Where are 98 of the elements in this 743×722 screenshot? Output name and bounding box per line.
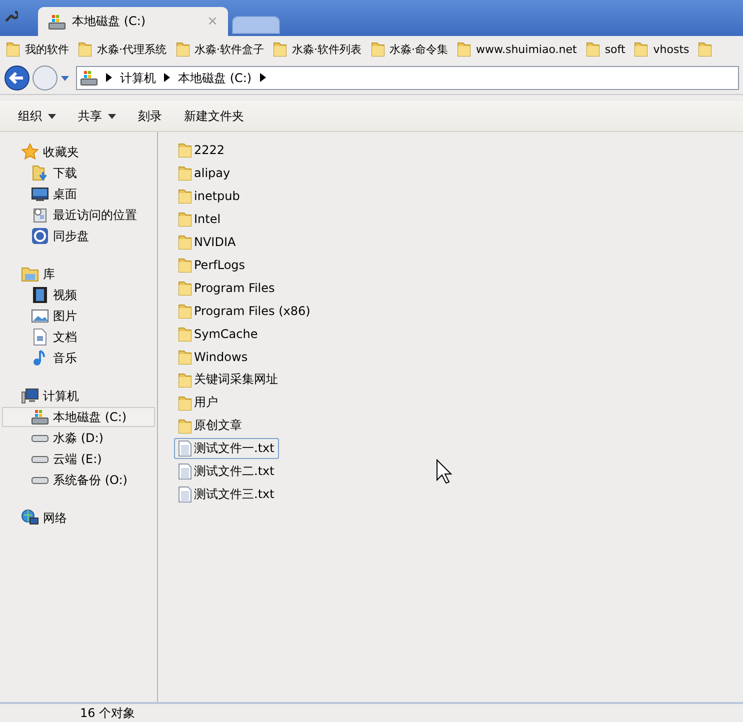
navigation-item[interactable]: 收藏夹 [2, 142, 155, 162]
toolbar-button[interactable]: 新建文件夹 [178, 104, 250, 128]
navigation-item[interactable]: 桌面 [2, 184, 155, 204]
navigation-item[interactable]: 计算机 [2, 386, 155, 406]
text-file-icon [178, 440, 192, 457]
bookmark[interactable]: vhosts [634, 41, 690, 57]
folder-item[interactable]: 关键词采集网址 [174, 369, 283, 390]
folder-icon [178, 234, 192, 250]
computer-icon [21, 387, 39, 405]
bookmark[interactable]: 水淼·软件盒子 [176, 41, 264, 57]
bookmark[interactable]: soft [586, 41, 626, 57]
navigation-item[interactable]: 网络 [2, 508, 155, 528]
folder-icon [178, 164, 192, 180]
folder-icon [178, 280, 192, 296]
folder-icon [78, 41, 92, 57]
navigation-item[interactable]: 云端 (E:) [2, 449, 155, 469]
toolbar-button[interactable]: 共享 [72, 104, 122, 128]
navigation-item[interactable]: 文档 [2, 327, 155, 347]
folder-item[interactable]: Program Files (x86) [174, 300, 316, 321]
breadcrumb[interactable]: 计算机 [120, 70, 156, 86]
bookmark[interactable]: 水淼·命令集 [370, 41, 448, 57]
folder-icon [273, 41, 287, 57]
network-icon [21, 509, 39, 527]
folder-item[interactable]: Intel [174, 208, 226, 229]
history-dropdown-icon[interactable] [60, 74, 70, 82]
file-item[interactable]: 测试文件一.txt [174, 438, 280, 459]
folder-icon [178, 188, 192, 204]
navigation-item[interactable]: 音乐 [2, 348, 155, 368]
folder-item[interactable]: Windows [174, 346, 253, 367]
folder-icon [178, 394, 192, 410]
file-item[interactable]: 测试文件三.txt [174, 484, 280, 505]
picture-icon [31, 307, 49, 325]
navigation-item[interactable]: 最近访问的位置 [2, 205, 155, 225]
toolbar-button[interactable]: 刻录 [132, 104, 168, 128]
folder-item[interactable]: alipay [174, 162, 236, 183]
folder-icon [178, 326, 192, 342]
folder-icon [178, 372, 192, 388]
folder-icon [457, 41, 471, 57]
folder-item[interactable]: 用户 [174, 392, 223, 413]
breadcrumb[interactable]: 本地磁盘 (C:) [178, 70, 252, 86]
chevron-icon[interactable] [164, 72, 170, 84]
recent-places-icon [31, 206, 49, 224]
bookmark[interactable]: 水淼·代理系统 [78, 41, 166, 57]
back-button[interactable] [4, 65, 30, 91]
drive-icon [31, 434, 49, 442]
folder-item[interactable]: SymCache [174, 323, 263, 344]
navigation-item[interactable]: 水淼 (D:) [2, 428, 155, 448]
folder-icon [370, 41, 384, 57]
star-icon [21, 143, 39, 161]
text-file-icon [178, 486, 192, 503]
navigation-item[interactable]: 视频 [2, 285, 155, 305]
toolbar-button[interactable]: 组织 [12, 104, 62, 128]
system-drive-icon [31, 408, 49, 426]
chevron-icon[interactable] [260, 72, 266, 84]
address-bar[interactable]: 计算机 本地磁盘 (C:) [76, 66, 739, 90]
folder-icon [178, 348, 192, 364]
text-file-icon [178, 463, 192, 480]
folder-item[interactable]: 2222 [174, 139, 230, 160]
folder-item[interactable]: Program Files [174, 277, 280, 298]
document-icon [31, 328, 49, 346]
folder-item[interactable]: PerfLogs [174, 254, 250, 275]
folder-icon [178, 142, 192, 158]
folder-item[interactable]: inetpub [174, 185, 245, 206]
mouse-cursor-icon [436, 459, 452, 484]
navigation-item[interactable]: 本地磁盘 (C:) [2, 407, 155, 427]
video-icon [31, 286, 49, 304]
chevron-icon[interactable] [106, 72, 112, 84]
wrench-icon[interactable] [4, 9, 18, 23]
system-drive-icon [48, 12, 66, 30]
library-icon [21, 265, 39, 283]
folder-icon [6, 41, 20, 57]
navigation-item[interactable]: 系统备份 (O:) [2, 470, 155, 490]
navigation-item[interactable]: 下载 [2, 163, 155, 183]
folder-icon [178, 302, 192, 318]
folder-icon[interactable] [698, 41, 712, 57]
system-drive-icon [80, 69, 98, 87]
drive-icon [31, 476, 49, 484]
bookmark[interactable]: www.shuimiao.net [457, 41, 577, 57]
folder-icon [586, 41, 600, 57]
download-folder-icon [31, 164, 49, 182]
folder-icon [176, 41, 190, 57]
folder-icon [178, 418, 192, 434]
navigation-item[interactable]: 同步盘 [2, 226, 155, 246]
bookmark[interactable]: 我的软件 [6, 41, 69, 57]
folder-item[interactable]: 原创文章 [174, 415, 247, 436]
file-item[interactable]: 测试文件二.txt [174, 461, 280, 482]
folder-icon [178, 210, 192, 226]
navigation-item[interactable]: 图片 [2, 306, 155, 326]
object-count: 16 个对象 [80, 704, 136, 722]
folder-icon [634, 41, 648, 57]
drive-icon [31, 455, 49, 463]
sync-icon [31, 227, 49, 245]
folder-item[interactable]: NVIDIA [174, 231, 241, 252]
navigation-item[interactable]: 库 [2, 264, 155, 284]
bookmark[interactable]: 水淼·软件列表 [273, 41, 362, 57]
folder-icon [178, 256, 192, 272]
browser-tab[interactable]: 本地磁盘 (C:) × [38, 7, 228, 36]
desktop-icon [31, 185, 49, 203]
